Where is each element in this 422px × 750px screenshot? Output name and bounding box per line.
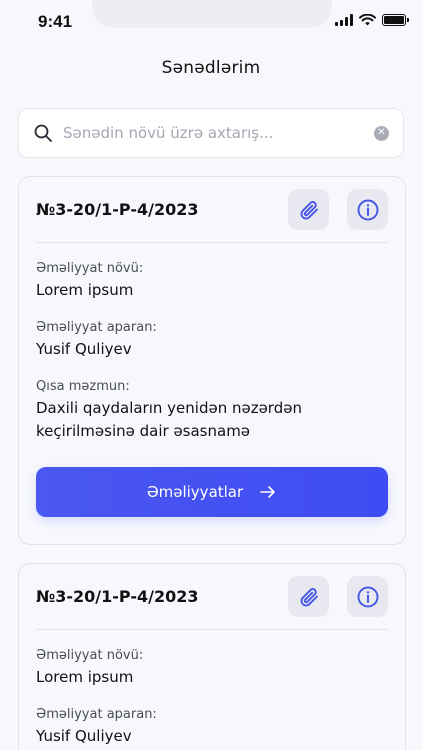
operation-type-value: Lorem ipsum bbox=[36, 668, 134, 686]
paperclip-icon bbox=[300, 587, 318, 606]
search-input[interactable] bbox=[63, 124, 374, 142]
search-bar[interactable]: ✕ bbox=[18, 108, 404, 158]
page-title: Sənədlərim bbox=[161, 58, 261, 78]
operation-type-label: Əməliyyat növü: bbox=[36, 648, 144, 663]
operator-value: Yusif Quliyev bbox=[36, 727, 132, 745]
summary-value: Daxili qaydaların yenidən nəzərdən keçir… bbox=[36, 399, 302, 440]
document-number: №3-20/1-P-4/2023 bbox=[36, 587, 199, 606]
status-icons bbox=[335, 14, 409, 26]
operator-value: Yusif Quliyev bbox=[36, 340, 132, 358]
status-bar: 9:41 bbox=[0, 0, 422, 46]
operation-type-field: Əməliyyat növü: Lorem ipsum bbox=[36, 648, 388, 689]
wifi-icon bbox=[359, 14, 376, 26]
screen: 9:41 Sənədlərim ✕ №3-20/1-P-4/2023 bbox=[0, 0, 422, 750]
operator-label: Əməliyyat aparan: bbox=[36, 707, 157, 722]
device-notch bbox=[92, 0, 332, 28]
info-button[interactable] bbox=[347, 576, 388, 617]
card-header: №3-20/1-P-4/2023 bbox=[36, 177, 388, 243]
operation-type-value: Lorem ipsum bbox=[36, 281, 134, 299]
operator-field: Əməliyyat aparan: Yusif Quliyev bbox=[36, 320, 388, 361]
attachment-button[interactable] bbox=[288, 576, 329, 617]
summary-label: Qısa məzmun: bbox=[36, 379, 130, 394]
info-icon bbox=[357, 199, 378, 220]
card-actions bbox=[288, 189, 388, 230]
operator-field: Əməliyyat aparan: Yusif Quliyev bbox=[36, 707, 388, 748]
document-card: №3-20/1-P-4/2023 Əməliyyat növü: Lorem i… bbox=[18, 176, 406, 545]
operation-type-field: Əməliyyat növü: Lorem ipsum bbox=[36, 261, 388, 302]
attachment-button[interactable] bbox=[288, 189, 329, 230]
info-icon bbox=[357, 586, 378, 607]
operator-label: Əməliyyat aparan: bbox=[36, 320, 157, 335]
document-number: №3-20/1-P-4/2023 bbox=[36, 200, 199, 219]
summary-field: Qısa məzmun: Daxili qaydaların yenidən n… bbox=[36, 379, 388, 443]
arrow-right-icon bbox=[260, 486, 275, 498]
operations-button[interactable]: Əməliyyatlar bbox=[36, 467, 388, 517]
search-icon bbox=[34, 124, 52, 142]
info-button[interactable] bbox=[347, 189, 388, 230]
card-actions bbox=[288, 576, 388, 617]
battery-icon bbox=[382, 14, 409, 26]
signal-icon bbox=[335, 14, 353, 26]
card-header: №3-20/1-P-4/2023 bbox=[36, 564, 388, 630]
status-time: 9:41 bbox=[38, 12, 73, 31]
paperclip-icon bbox=[300, 200, 318, 219]
clear-icon[interactable]: ✕ bbox=[374, 125, 389, 141]
operation-type-label: Əməliyyat növü: bbox=[36, 261, 144, 276]
operations-button-label: Əməliyyatlar bbox=[146, 483, 244, 501]
document-card: №3-20/1-P-4/2023 Əməliyyat növü: Lorem i… bbox=[18, 563, 406, 750]
